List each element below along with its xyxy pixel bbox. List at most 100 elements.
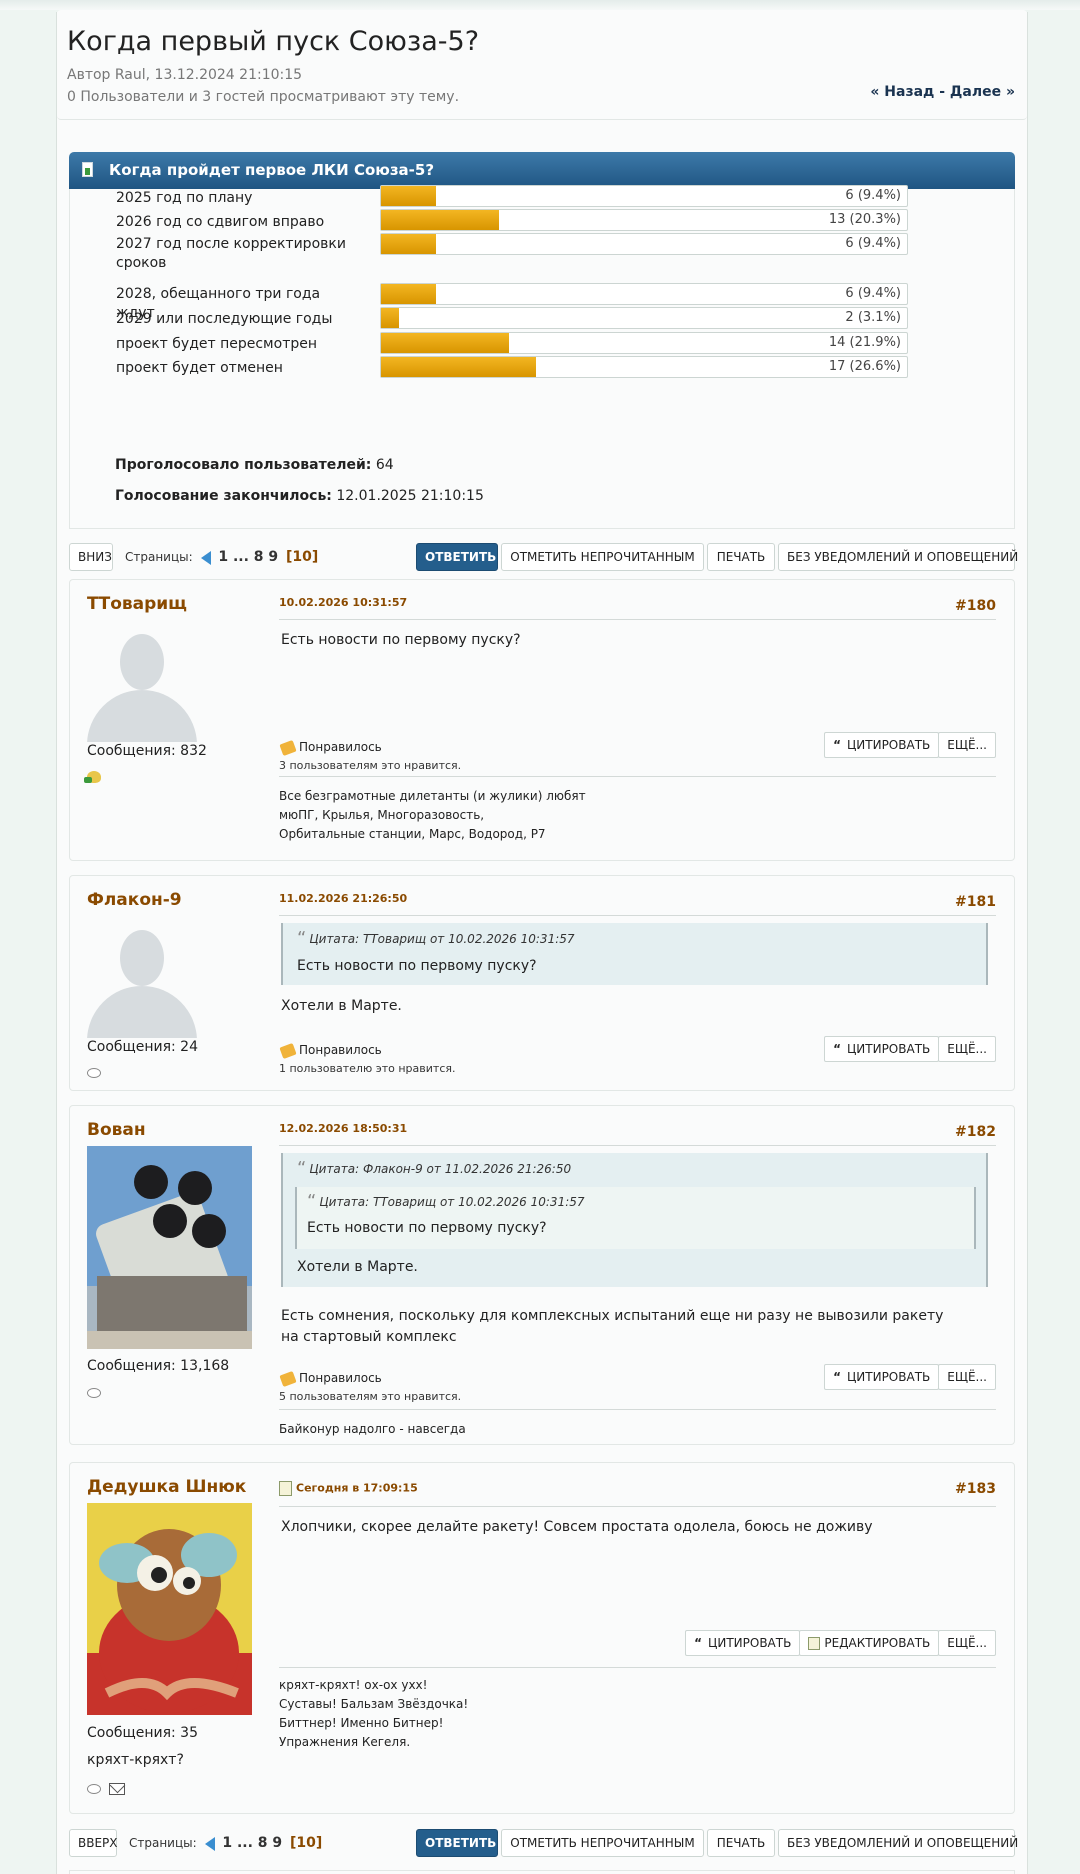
quote-header[interactable]: Цитата: ТТоварищ от 10.02.2026 10:31:57 xyxy=(297,932,574,953)
like-button[interactable]: Понравилось xyxy=(279,1370,382,1387)
mark-unread-button[interactable]: ОТМЕТИТЬ НЕПРОЧИТАННЫМ xyxy=(501,1829,704,1857)
user-contact-icons xyxy=(87,1781,125,1796)
topic-header: Когда первый пуск Союза-5? Автор Raul, 1… xyxy=(57,10,1027,120)
like-count: 5 пользователям это нравится. xyxy=(279,1390,462,1403)
signature: Байконур надолго - навсегда xyxy=(279,1422,466,1436)
poll-bar-fill xyxy=(381,333,509,353)
pagination: Страницы: 1 ... 8 9 [10] xyxy=(129,1835,323,1851)
user-online-icon xyxy=(84,769,101,784)
poll-option-votes: 2 (3.1%) xyxy=(845,310,901,325)
nested-quote-header[interactable]: Цитата: ТТоварищ от 10.02.2026 10:31:57 xyxy=(307,1195,584,1216)
print-button[interactable]: ПЕЧАТЬ xyxy=(707,543,775,571)
post-number[interactable]: #182 xyxy=(955,1124,996,1140)
poll-option-label: 2029 или последующие годы xyxy=(116,311,333,327)
poll-option-votes: 6 (9.4%) xyxy=(845,236,901,251)
post-divider xyxy=(279,619,996,620)
more-button[interactable]: ЕЩЁ... xyxy=(938,1364,996,1390)
post-183: Дедушка Шнюк Сообщения: 35 кряхт-кряхт? … xyxy=(69,1462,1015,1814)
signature: Все безграмотные дилетанты (и жулики) лю… xyxy=(279,789,586,841)
poll-voted: Проголосовало пользователей: 64 xyxy=(115,457,394,473)
poll-bar-fill xyxy=(381,284,436,304)
poll-bar-fill xyxy=(381,186,436,206)
prev-page-icon[interactable] xyxy=(200,550,211,565)
post-body: Хлопчики, скорее делайте ракету! Совсем … xyxy=(281,1519,873,1535)
poll-option-label: проект будет отменен xyxy=(116,360,283,376)
user-offline-icon xyxy=(87,1065,101,1080)
post-181: Флакон-9 Сообщения: 24 11.02.2026 21:26:… xyxy=(69,875,1015,1091)
forum-page: Когда первый пуск Союза-5? Автор Raul, 1… xyxy=(56,10,1028,1874)
poll-option-label: 2027 год после корректировки сроков xyxy=(116,236,346,271)
current-page: [10] xyxy=(285,549,319,565)
print-button[interactable]: ПЕЧАТЬ xyxy=(707,1829,775,1857)
poll-option-label: 2025 год по плану xyxy=(116,190,253,206)
reply-button[interactable]: ОТВЕТИТЬ xyxy=(416,543,498,571)
post-author[interactable]: Вован xyxy=(87,1120,146,1140)
quote-header[interactable]: Цитата: Флакон-9 от 11.02.2026 21:26:50 xyxy=(297,1162,571,1183)
quote-text: Есть новости по первому пуску? xyxy=(297,958,537,974)
prev-page-icon[interactable] xyxy=(204,1836,215,1851)
poll-option-bar: 6 (9.4%) xyxy=(380,233,908,255)
post-count: Сообщения: 13,168 xyxy=(87,1358,230,1374)
post-author[interactable]: Флакон-9 xyxy=(87,890,182,910)
poll-option-bar: 13 (20.3%) xyxy=(380,209,908,231)
post-number[interactable]: #180 xyxy=(955,598,996,614)
poll-bar-fill xyxy=(381,357,536,377)
quote-icon: “ xyxy=(694,1636,703,1650)
topic-author: Автор Raul, 13.12.2024 21:10:15 xyxy=(67,67,303,83)
blockquote: Цитата: ТТоварищ от 10.02.2026 10:31:57 … xyxy=(281,923,988,985)
poll-icon xyxy=(82,162,93,177)
top-toolbar: ВНИЗ Страницы: 1 ... 8 9 [10] ОТВЕТИТЬ О… xyxy=(69,543,1018,571)
quote-button[interactable]: “ЦИТИРОВАТЬ xyxy=(824,1036,940,1062)
edit-icon xyxy=(808,1637,821,1650)
page-links[interactable]: 1 ... 8 9 xyxy=(222,1835,282,1851)
like-button[interactable]: Понравилось xyxy=(279,739,382,756)
rocket-photo xyxy=(87,1146,252,1349)
pagination: Страницы: 1 ... 8 9 [10] xyxy=(125,549,319,565)
post-number[interactable]: #181 xyxy=(955,894,996,910)
footer-strip xyxy=(69,1870,1015,1874)
avatar xyxy=(87,1146,252,1349)
post-author[interactable]: Дедушка Шнюк xyxy=(87,1477,246,1497)
post-number[interactable]: #183 xyxy=(955,1481,996,1497)
like-count: 3 пользователям это нравится. xyxy=(279,759,462,772)
no-notify-button[interactable]: БЕЗ УВЕДОМЛЕНИЙ И ОПОВЕЩЕНИЙ xyxy=(778,1829,1018,1857)
page-links[interactable]: 1 ... 8 9 xyxy=(218,549,278,565)
quote-button[interactable]: “ЦИТИРОВАТЬ xyxy=(824,1364,940,1390)
quote-button[interactable]: “ЦИТИРОВАТЬ xyxy=(685,1630,801,1656)
thumbs-up-icon xyxy=(279,1042,297,1059)
quote-text: Хотели в Марте. xyxy=(297,1259,418,1275)
post-divider xyxy=(279,915,996,916)
email-icon[interactable] xyxy=(109,1782,125,1795)
jump-down-button[interactable]: ВНИЗ xyxy=(69,543,113,571)
more-button[interactable]: ЕЩЁ... xyxy=(938,1630,996,1656)
poll-ended: Голосование закончилось: 12.01.2025 21:1… xyxy=(115,488,484,504)
blockquote: Цитата: Флакон-9 от 11.02.2026 21:26:50 … xyxy=(281,1153,988,1287)
document-icon xyxy=(279,1481,292,1496)
poll-option-bar: 14 (21.9%) xyxy=(380,332,908,354)
like-button[interactable]: Понравилось xyxy=(279,1042,382,1059)
more-button[interactable]: ЕЩЁ... xyxy=(938,1036,996,1062)
top-strip xyxy=(0,0,1080,10)
post-author[interactable]: ТТоварищ xyxy=(87,594,187,614)
poll-option-votes: 6 (9.4%) xyxy=(845,188,901,203)
jump-up-button[interactable]: ВВЕРХ xyxy=(69,1829,118,1857)
default-avatar xyxy=(87,632,197,742)
offline-icon xyxy=(87,1783,101,1794)
mark-unread-button[interactable]: ОТМЕТИТЬ НЕПРОЧИТАННЫМ xyxy=(501,543,704,571)
poll-bar-fill xyxy=(381,234,436,254)
quote-button[interactable]: “ЦИТИРОВАТЬ xyxy=(824,732,940,758)
prev-next-links[interactable]: « Назад - Далее » xyxy=(870,84,1015,100)
poll-bar-fill xyxy=(381,210,499,230)
like-count: 1 пользователю это нравится. xyxy=(279,1062,456,1075)
edit-button[interactable]: РЕДАКТИРОВАТЬ xyxy=(799,1630,940,1656)
poll-option-bar: 6 (9.4%) xyxy=(380,283,908,305)
more-button[interactable]: ЕЩЁ... xyxy=(938,732,996,758)
bottom-toolbar: ВВЕРХ Страницы: 1 ... 8 9 [10] ОТВЕТИТЬ … xyxy=(69,1829,1018,1857)
reply-button[interactable]: ОТВЕТИТЬ xyxy=(416,1829,498,1857)
quote-icon: “ xyxy=(833,1370,841,1384)
no-notify-button[interactable]: БЕЗ УВЕДОМЛЕНИЙ И ОПОВЕЩЕНИЙ xyxy=(778,543,1018,571)
poll-option-bar: 6 (9.4%) xyxy=(380,185,908,207)
poll-option-votes: 14 (21.9%) xyxy=(828,335,901,350)
post-divider xyxy=(279,1145,996,1146)
post-count: Сообщения: 832 xyxy=(87,743,207,759)
